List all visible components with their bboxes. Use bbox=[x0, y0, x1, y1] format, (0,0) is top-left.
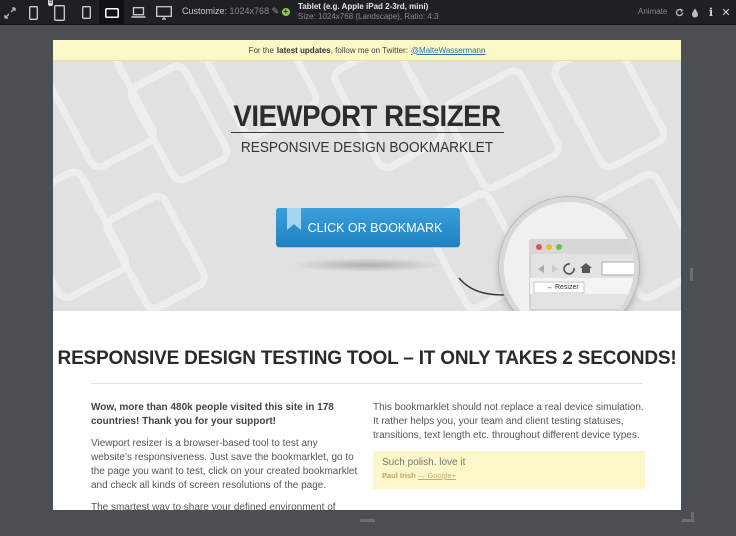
tablet-landscape-icon[interactable] bbox=[99, 0, 124, 25]
testimonial-quote: Such polish. love it Paul Irish — Google… bbox=[373, 451, 645, 489]
content-section: RESPONSIVE DESIGN TESTING TOOL – IT ONLY… bbox=[53, 311, 681, 510]
bookmark-icon bbox=[287, 208, 301, 230]
tablet-portrait-icon[interactable] bbox=[74, 0, 98, 25]
share-paragraph: The smartest way to share your defined e… bbox=[91, 502, 336, 510]
toolbar: 5 Customize: 1024x768 ✎ + Tablet (e.g. A… bbox=[0, 0, 736, 25]
notice-bold: latest updates bbox=[276, 45, 331, 55]
close-icon[interactable]: ✕ bbox=[720, 0, 732, 25]
laptop-icon[interactable] bbox=[126, 0, 150, 25]
title-divider bbox=[231, 132, 504, 133]
device-info: Tablet (e.g. Apple iPad 2-3rd, mini) Siz… bbox=[298, 2, 439, 22]
notice-middle: , follow me on Twitter: bbox=[330, 45, 408, 55]
edit-icon[interactable]: ✎ bbox=[272, 6, 280, 16]
cta-label: CLICK OR BOOKMARK bbox=[307, 220, 443, 235]
mobile-landscape-icon[interactable]: 5 bbox=[47, 0, 71, 25]
resizer-bookmark: ↔ Resizer bbox=[546, 284, 579, 291]
browser-magnifier-illustration: ↔ Resizer bbox=[499, 197, 639, 311]
device-size: Size: 1024x768 (Landscape), Ratio: 4:3 bbox=[298, 12, 439, 21]
viewport-frame: For the latest updates, follow me on Twi… bbox=[53, 40, 681, 510]
twitter-notice-bar: For the latest updates, follow me on Twi… bbox=[53, 40, 681, 61]
quote-author: Paul Irish bbox=[382, 471, 416, 480]
mobile-portrait-icon[interactable] bbox=[22, 0, 44, 25]
drop-icon[interactable] bbox=[689, 0, 701, 25]
bottom-resize-handle[interactable] bbox=[360, 519, 375, 522]
click-or-bookmark-button[interactable]: CLICK OR BOOKMARK bbox=[276, 208, 460, 247]
customize-label: Customize: bbox=[182, 6, 228, 16]
device-name: Tablet (e.g. Apple iPad 2-3rd, mini) bbox=[298, 2, 429, 11]
corner-resize-handle[interactable] bbox=[682, 512, 694, 522]
intro-paragraph: Viewport resizer is a browser-based tool… bbox=[91, 438, 358, 491]
quote-source-link[interactable]: — Google+ bbox=[418, 471, 456, 480]
customize-group: Customize: 1024x768 ✎ + bbox=[182, 6, 290, 17]
headline-divider bbox=[91, 383, 643, 384]
desktop-icon[interactable] bbox=[152, 0, 176, 25]
right-resize-handle[interactable] bbox=[690, 268, 693, 281]
quote-attribution: Paul Irish — Google+ bbox=[382, 469, 636, 483]
site-subtitle: RESPONSIVE DESIGN BOOKMARKLET bbox=[240, 140, 494, 156]
fullscreen-icon[interactable] bbox=[0, 0, 20, 25]
animate-toggle[interactable]: Animate bbox=[638, 7, 667, 16]
lead-text: Wow, more than 480k people visited this … bbox=[91, 402, 334, 427]
button-shadow bbox=[291, 258, 443, 272]
left-column: Wow, more than 480k people visited this … bbox=[91, 401, 361, 510]
refresh-icon[interactable] bbox=[673, 0, 685, 25]
add-icon[interactable]: + bbox=[281, 8, 290, 16]
twitter-link[interactable]: @MalteWassermann bbox=[411, 46, 486, 55]
right-column: This bookmarklet should not replace a re… bbox=[373, 401, 645, 489]
hero-section: VIEWPORT RESIZER RESPONSIVE DESIGN BOOKM… bbox=[53, 61, 681, 311]
headline: RESPONSIVE DESIGN TESTING TOOL – IT ONLY… bbox=[57, 348, 677, 369]
notice-prefix: For the bbox=[248, 45, 274, 55]
info-icon[interactable]: i bbox=[705, 0, 717, 25]
customize-size-input[interactable]: 1024x768 bbox=[230, 6, 270, 16]
site-title: VIEWPORT RESIZER bbox=[233, 100, 501, 133]
device-count-badge: 5 bbox=[48, 0, 54, 6]
disclaimer-paragraph: This bookmarklet should not replace a re… bbox=[373, 402, 644, 441]
quote-text: Such polish. love it bbox=[382, 457, 466, 468]
